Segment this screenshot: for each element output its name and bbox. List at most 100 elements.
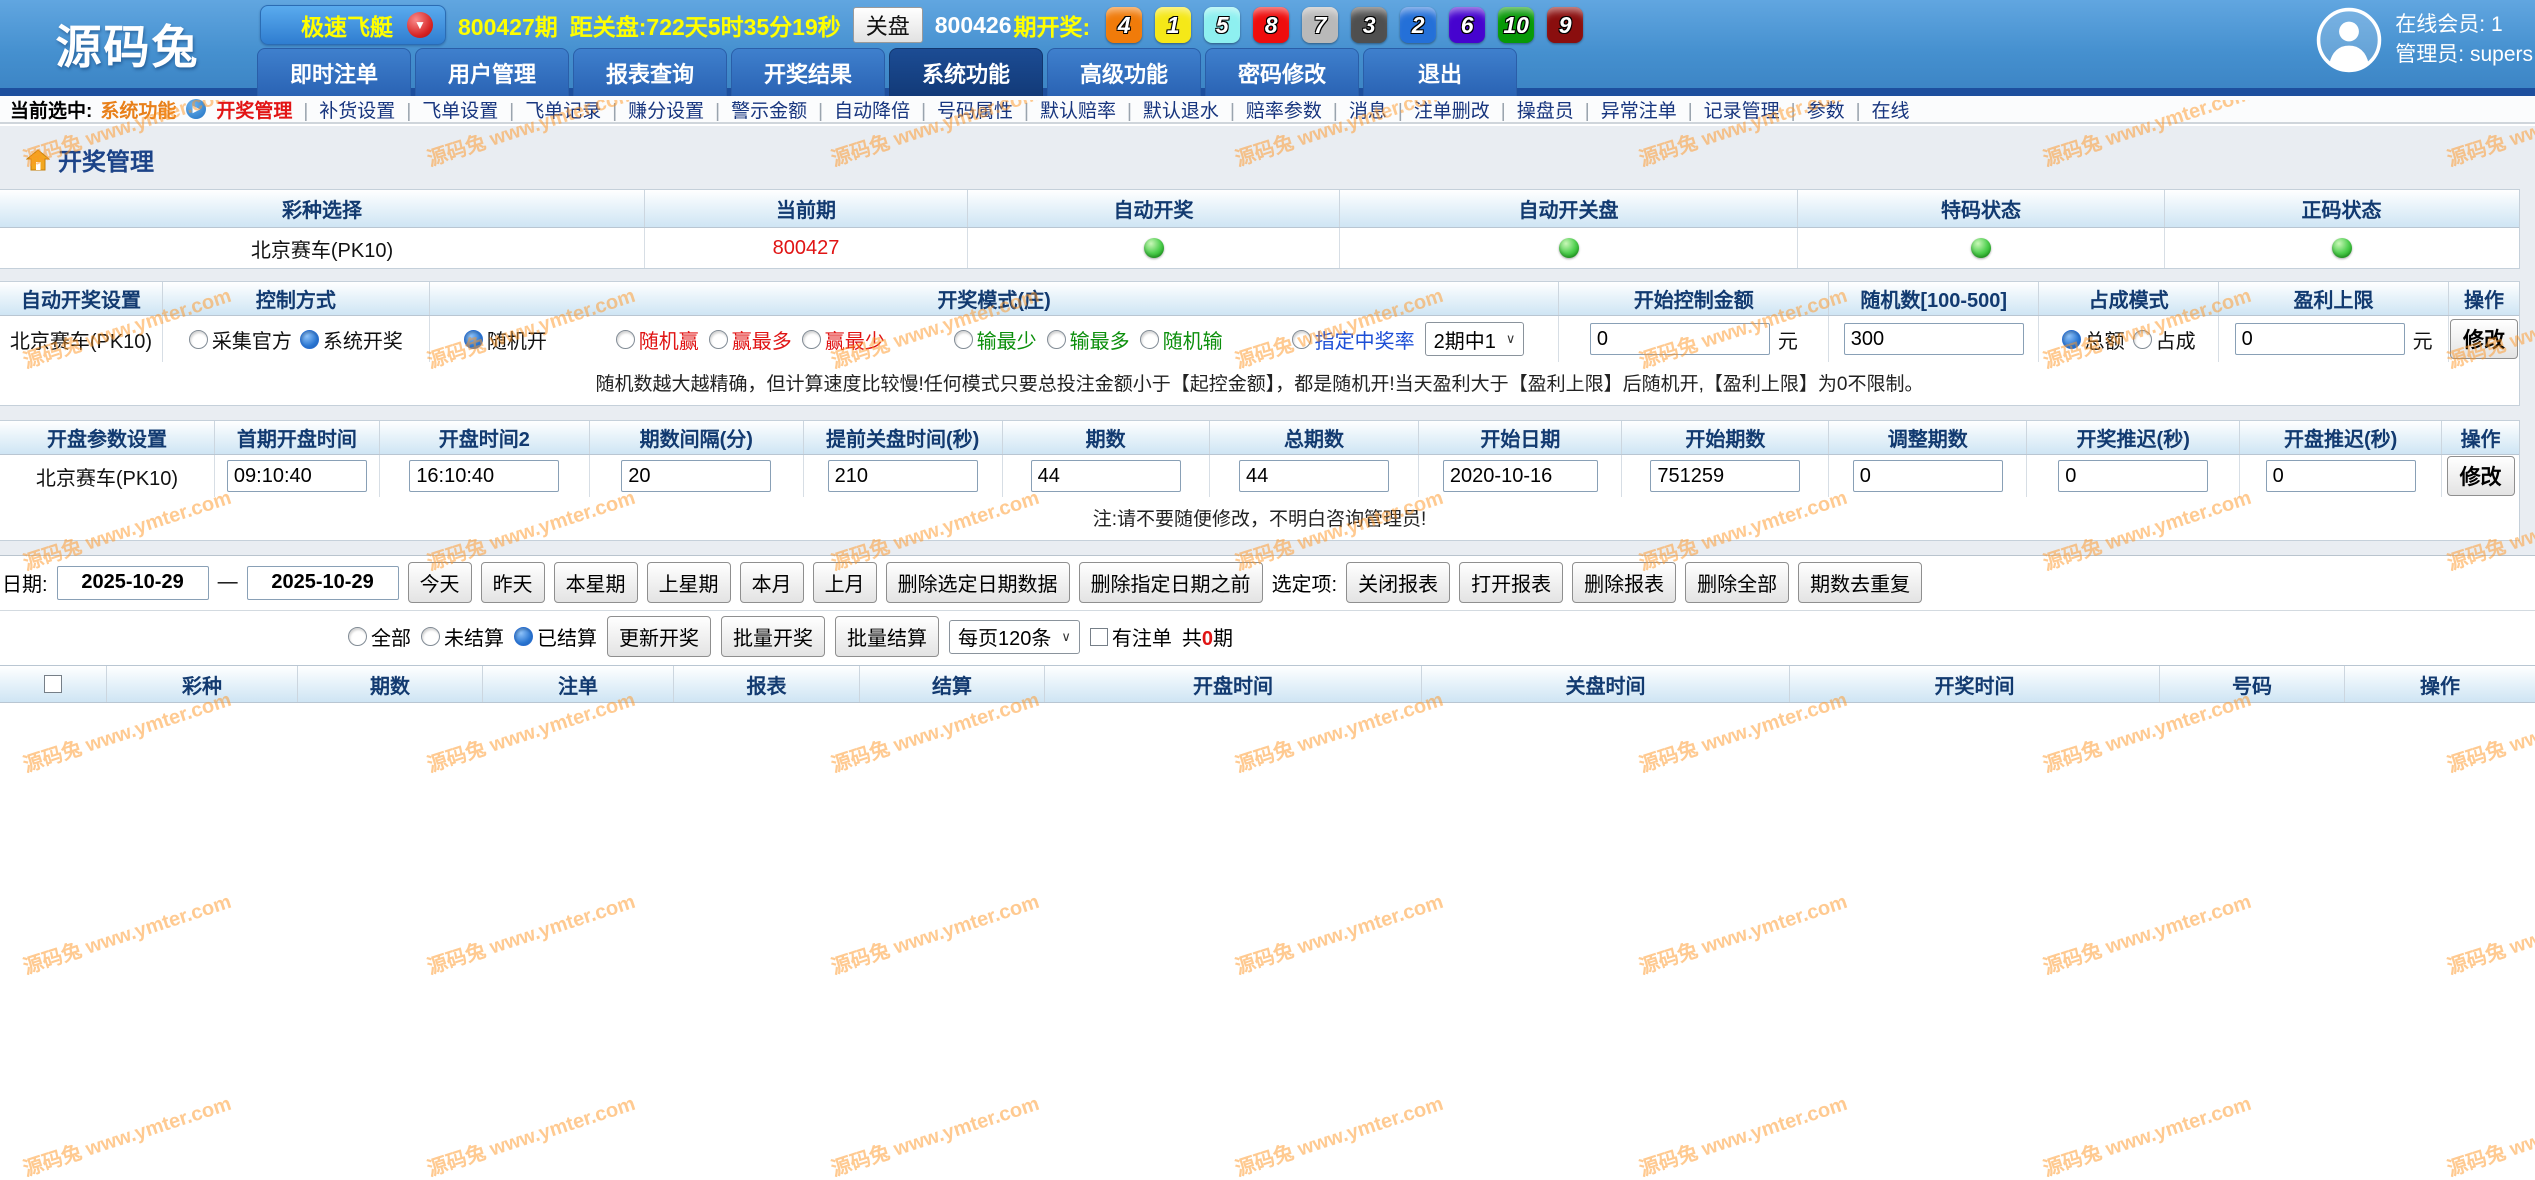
radio-icon[interactable]	[802, 330, 821, 349]
subnav-item-fly-order-settings[interactable]: 飞单设置	[395, 96, 498, 123]
win-rate-select[interactable]: 2期中1 ∨	[1425, 322, 1525, 356]
subnav-item-abnormal-bets[interactable]: 异常注单	[1574, 96, 1677, 123]
modify-button[interactable]: 修改	[2450, 319, 2518, 359]
start-date-input[interactable]	[1443, 460, 1598, 492]
subnav-item-warning-amount[interactable]: 警示金额	[704, 96, 807, 123]
batch-draw-button[interactable]: 批量开奖	[721, 616, 825, 657]
update-draw-button[interactable]: 更新开奖	[607, 616, 711, 657]
delete-all-button[interactable]: 删除全部	[1685, 562, 1789, 603]
radio-icon[interactable]	[189, 330, 208, 349]
green-led-icon[interactable]	[2332, 238, 2352, 258]
radio-icon[interactable]	[514, 627, 533, 646]
tab-instant-bets[interactable]: 即时注单	[257, 48, 411, 96]
radio-collect-official[interactable]: 采集官方	[189, 325, 292, 354]
dedupe-issues-button[interactable]: 期数去重复	[1798, 562, 1922, 603]
green-led-icon[interactable]	[1971, 238, 1991, 258]
modify-button[interactable]: 修改	[2447, 456, 2515, 496]
yesterday-button[interactable]: 昨天	[481, 562, 545, 603]
subnav-item-points-settings[interactable]: 赚分设置	[601, 96, 704, 123]
radio-icon[interactable]	[348, 627, 367, 646]
subnav-item-fly-order-records[interactable]: 飞单记录	[498, 96, 601, 123]
green-led-icon[interactable]	[1559, 238, 1579, 258]
tab-draw-results[interactable]: 开奖结果	[731, 48, 885, 96]
random-num-input[interactable]	[1844, 323, 2024, 355]
radio-unsettled[interactable]: 未结算	[421, 622, 504, 651]
radio-icon[interactable]	[464, 330, 483, 349]
start-issue-input[interactable]	[1650, 460, 1800, 492]
subnav-item-record-management[interactable]: 记录管理	[1677, 96, 1780, 123]
radio-icon[interactable]	[1140, 330, 1159, 349]
tab-change-password[interactable]: 密码修改	[1205, 48, 1359, 96]
radio-share[interactable]: 占成	[2133, 325, 2196, 354]
radio-icon[interactable]	[2133, 330, 2152, 349]
this-week-button[interactable]: 本星期	[554, 562, 638, 603]
radio-settled[interactable]: 已结算	[514, 622, 597, 651]
radio-icon[interactable]	[1292, 330, 1311, 349]
draw-delay-input[interactable]	[2058, 460, 2208, 492]
select-all-checkbox[interactable]	[44, 675, 62, 693]
tab-system-functions[interactable]: 系统功能	[889, 48, 1043, 96]
radio-lose-least[interactable]: 输最少	[954, 325, 1037, 354]
last-week-button[interactable]: 上星期	[647, 562, 731, 603]
tab-logout[interactable]: 退出	[1363, 48, 1517, 96]
subnav-item-bet-edit[interactable]: 注单删改	[1387, 96, 1490, 123]
open-delay-input[interactable]	[2266, 460, 2416, 492]
page-size-select[interactable]: 每页120条 ∨	[949, 620, 1080, 654]
close-report-button[interactable]: 关闭报表	[1346, 562, 1450, 603]
subnav-item-odds-params[interactable]: 赔率参数	[1219, 96, 1322, 123]
radio-total-amount[interactable]: 总额	[2062, 325, 2125, 354]
profit-limit-input[interactable]	[2235, 323, 2405, 355]
subnav-item-default-rebate[interactable]: 默认退水	[1116, 96, 1219, 123]
date-from-input[interactable]	[57, 566, 209, 600]
radio-system-draw[interactable]: 系统开奖	[300, 325, 403, 354]
issue-count-input[interactable]	[1031, 460, 1181, 492]
subnav-item-messages[interactable]: 消息	[1322, 96, 1387, 123]
radio-random-lose[interactable]: 随机输	[1140, 325, 1223, 354]
total-issues-input[interactable]	[1239, 460, 1389, 492]
tab-report-query[interactable]: 报表查询	[573, 48, 727, 96]
interval-input[interactable]	[621, 460, 771, 492]
this-month-button[interactable]: 本月	[740, 562, 804, 603]
start-amount-input[interactable]	[1590, 323, 1770, 355]
radio-lose-most[interactable]: 输最多	[1047, 325, 1130, 354]
subnav-item-auto-reduce-odds[interactable]: 自动降倍	[807, 96, 910, 123]
subnav-item-params[interactable]: 参数	[1780, 96, 1845, 123]
today-button[interactable]: 今天	[408, 562, 472, 603]
subnav-item-restock[interactable]: 补货设置	[292, 96, 395, 123]
radio-all[interactable]: 全部	[348, 622, 411, 651]
radio-icon[interactable]	[709, 330, 728, 349]
adjust-issues-input[interactable]	[1853, 460, 2003, 492]
delete-report-button[interactable]: 删除报表	[1572, 562, 1676, 603]
open-time2-input[interactable]	[409, 460, 559, 492]
last-month-button[interactable]: 上月	[813, 562, 877, 603]
checkbox-icon[interactable]	[1090, 628, 1108, 646]
delete-before-date-button[interactable]: 删除指定日期之前	[1079, 562, 1263, 603]
date-to-input[interactable]	[247, 566, 399, 600]
radio-icon[interactable]	[300, 330, 319, 349]
radio-win-most[interactable]: 赢最多	[709, 325, 792, 354]
green-led-icon[interactable]	[1144, 238, 1164, 258]
subnav-item-default-odds[interactable]: 默认赔率	[1013, 96, 1116, 123]
radio-random-draw[interactable]: 随机开	[464, 325, 547, 354]
lottery-select-button[interactable]: 极速飞艇 ▼	[260, 5, 446, 45]
radio-win-least[interactable]: 赢最少	[802, 325, 885, 354]
radio-random-win[interactable]: 随机赢	[616, 325, 699, 354]
tab-user-management[interactable]: 用户管理	[415, 48, 569, 96]
tab-advanced-functions[interactable]: 高级功能	[1047, 48, 1201, 96]
radio-set-win-rate[interactable]: 指定中奖率	[1292, 325, 1415, 354]
radio-icon[interactable]	[954, 330, 973, 349]
radio-icon[interactable]	[2062, 330, 2081, 349]
subnav-item-draw-management[interactable]: 开奖管理	[216, 96, 292, 123]
open-report-button[interactable]: 打开报表	[1459, 562, 1563, 603]
delete-selected-dates-button[interactable]: 删除选定日期数据	[886, 562, 1070, 603]
pre-close-seconds-input[interactable]	[828, 460, 978, 492]
radio-icon[interactable]	[616, 330, 635, 349]
close-market-button[interactable]: 关盘	[853, 7, 923, 43]
radio-icon[interactable]	[421, 627, 440, 646]
subnav-item-number-attributes[interactable]: 号码属性	[910, 96, 1013, 123]
batch-settle-button[interactable]: 批量结算	[835, 616, 939, 657]
subnav-item-online[interactable]: 在线	[1845, 96, 1910, 123]
first-open-time-input[interactable]	[227, 460, 367, 492]
radio-icon[interactable]	[1047, 330, 1066, 349]
has-bets-checkbox[interactable]: 有注单	[1090, 622, 1172, 651]
